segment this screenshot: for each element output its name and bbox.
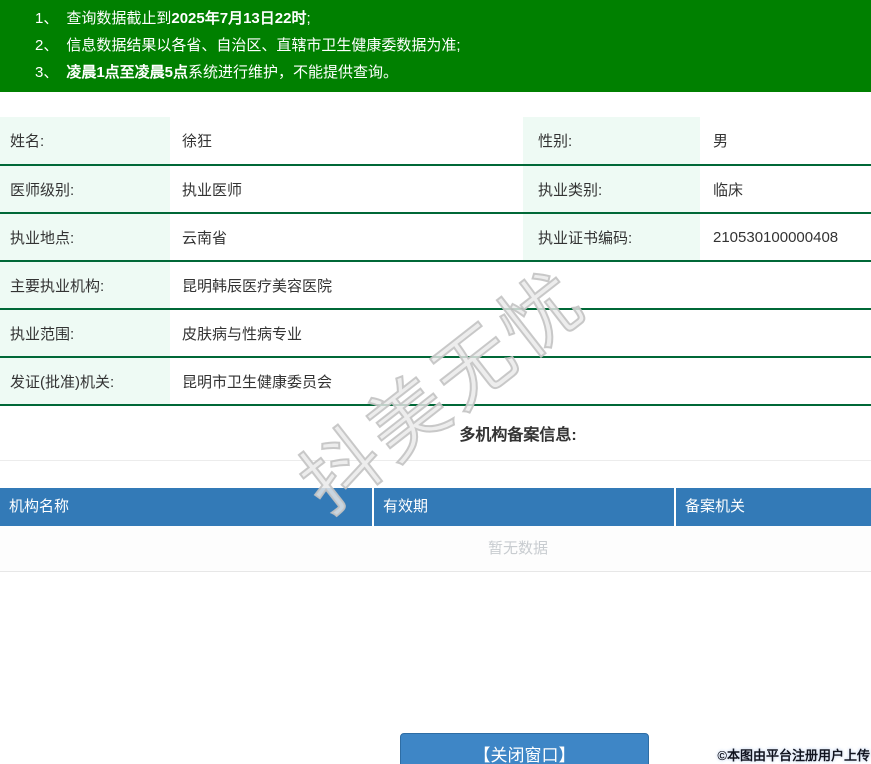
table-row: 姓名: 徐狂 性别: 男 xyxy=(0,117,871,166)
notice-number: 2、 xyxy=(35,37,59,54)
notice-number: 1、 xyxy=(35,10,59,27)
field-label-gender: 性别: xyxy=(523,117,700,166)
table-row: 主要执业机构: 昆明韩辰医疗美容医院 xyxy=(0,261,871,310)
copyright-watermark: ©本图由平台注册用户上传 xyxy=(717,748,870,763)
field-value-certificate-number: 210530100000408 xyxy=(700,213,871,262)
notice-line-1: 1、 查询数据截止到2025年7月13日22时; xyxy=(35,5,861,32)
field-label-name: 姓名: xyxy=(0,117,170,166)
multi-institution-section: 多机构备案信息: xyxy=(0,406,871,461)
field-label-practice-scope: 执业范围: xyxy=(0,309,170,358)
field-value-practice-category: 临床 xyxy=(700,165,871,214)
notice-text: 系统进行维护，不能提供查询。 xyxy=(188,64,399,81)
notice-text: ; xyxy=(306,10,311,27)
column-header-validity-period: 有效期 xyxy=(372,488,674,526)
field-value-practice-scope: 皮肤病与性病专业 xyxy=(170,309,871,358)
field-value-doctor-level: 执业医师 xyxy=(170,165,523,214)
notice-bold-text: 2025年7月13日22时 xyxy=(171,10,307,27)
notice-banner: 1、 查询数据截止到2025年7月13日22时; 2、 信息数据结果以各省、自治区、… xyxy=(0,0,871,92)
column-header-filing-authority: 备案机关 xyxy=(674,488,871,526)
field-label-practice-category: 执业类别: xyxy=(523,165,700,214)
notice-line-3: 3、 凌晨1点至凌晨5点系统进行维护，不能提供查询。 xyxy=(35,59,861,86)
org-table-empty-row: 暂无数据 xyxy=(0,526,871,572)
notice-number: 3、 xyxy=(35,64,59,81)
field-label-issuing-authority: 发证(批准)机关: xyxy=(0,357,170,406)
field-value-name: 徐狂 xyxy=(170,117,523,166)
field-value-main-institution: 昆明韩辰医疗美容医院 xyxy=(170,261,871,310)
section-title: 多机构备案信息: xyxy=(459,427,577,444)
field-label-main-institution: 主要执业机构: xyxy=(0,261,170,310)
notice-bold-text: 凌晨1点至凌晨5点 xyxy=(66,64,189,81)
notice-text: 信息数据结果以各省、自治区、直辖市卫生健康委数据为准; xyxy=(66,37,461,54)
column-header-institution-name: 机构名称 xyxy=(9,498,70,515)
notice-line-2: 2、 信息数据结果以各省、自治区、直辖市卫生健康委数据为准; xyxy=(35,32,861,59)
field-label-certificate-number: 执业证书编码: xyxy=(523,213,700,262)
field-label-practice-location: 执业地点: xyxy=(0,213,170,262)
field-value-issuing-authority: 昆明市卫生健康委员会 xyxy=(170,357,871,406)
no-data-text: 暂无数据 xyxy=(487,540,548,557)
field-label-doctor-level: 医师级别: xyxy=(0,165,170,214)
table-row: 发证(批准)机关: 昆明市卫生健康委员会 xyxy=(0,357,871,406)
table-row: 医师级别: 执业医师 执业类别: 临床 xyxy=(0,165,871,214)
close-window-button[interactable]: 【关闭窗口】 xyxy=(400,733,649,764)
practitioner-info-table: 姓名: 徐狂 性别: 男 医师级别: 执业医师 执业类别: 临床 执业地点: 云… xyxy=(0,117,871,406)
table-row: 执业地点: 云南省 执业证书编码: 210530100000408 xyxy=(0,213,871,262)
table-row: 执业范围: 皮肤病与性病专业 xyxy=(0,309,871,358)
notice-text: 查询数据截止到 xyxy=(66,10,172,27)
org-table-header: 机构名称 有效期 备案机关 xyxy=(0,488,871,526)
field-value-gender: 男 xyxy=(700,117,871,166)
field-value-practice-location: 云南省 xyxy=(170,213,523,262)
